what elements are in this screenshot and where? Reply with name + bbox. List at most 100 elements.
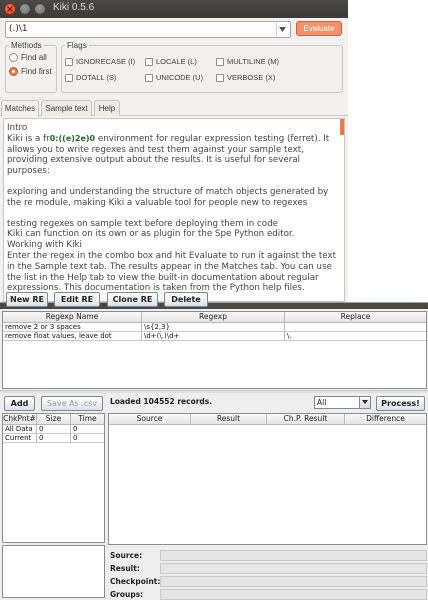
filter-dropdown-button[interactable] <box>359 397 370 408</box>
radio-find-first[interactable] <box>9 67 18 77</box>
checkbox-unicode[interactable] <box>145 74 153 83</box>
result-field[interactable] <box>160 563 427 574</box>
flag-locale[interactable]: LOCALE (L) <box>145 57 197 68</box>
output-line1-pre: Kiki is a fr <box>7 133 50 144</box>
header-regexp[interactable]: Regexp <box>142 312 285 323</box>
checkbox-multiline[interactable] <box>216 58 224 67</box>
flags-group: Flags IGNORECASE (I) LOCALE (L) MULTILIN… <box>61 41 343 93</box>
output-para-6: Enter the regex in the combo box and hit… <box>7 250 336 283</box>
output-para-2: exploring and understanding the structur… <box>7 186 329 208</box>
header-result[interactable]: Result <box>191 414 267 425</box>
output-para-1: Kiki is a fr0:((e)2e)0 environment for r… <box>7 134 337 177</box>
output-heading: Intro <box>7 123 28 133</box>
evaluate-button[interactable]: Evaluate <box>296 21 342 36</box>
window-minimize-button[interactable] <box>19 3 31 15</box>
loaded-records-status: Loaded 104552 records. <box>110 397 213 406</box>
find-all-label: Find all <box>21 53 47 62</box>
tab-matches[interactable]: Matches <box>1 100 39 117</box>
source-label: Source: <box>110 551 143 560</box>
checkpoint-row-2-time[interactable]: 0 <box>71 434 104 443</box>
kiki-tab-bar: Matches Sample text Help <box>0 100 348 117</box>
delete-re-button[interactable]: Delete <box>164 292 208 307</box>
window-title: Kiki 0.5.6 <box>53 2 95 13</box>
radio-find-all[interactable] <box>9 53 18 63</box>
flag-verbose[interactable]: VERBOSE (X) <box>216 73 275 84</box>
flags-title: Flags <box>65 41 89 50</box>
checkpoint-row-1-size[interactable]: 0 <box>37 425 71 434</box>
flag-ignorecase-label: IGNORECASE (I) <box>76 57 136 66</box>
method-find-all[interactable]: Find all <box>9 53 47 64</box>
window-maximize-button[interactable] <box>34 3 46 15</box>
flag-dotall-label: DOTALL (S) <box>76 73 117 82</box>
result-label: Result: <box>110 564 140 573</box>
chevron-down-icon <box>362 400 368 404</box>
header-chp-result[interactable]: Ch.P. Result <box>267 414 345 425</box>
header-difference[interactable]: Difference <box>345 414 426 425</box>
table-row-1-replace[interactable] <box>285 323 426 332</box>
table-row-2-name[interactable]: remove float values, leave dot <box>3 332 142 341</box>
close-icon <box>7 6 13 12</box>
methods-title: Methods <box>9 41 44 50</box>
header-time[interactable]: Time <box>71 414 104 425</box>
window-close-button[interactable] <box>4 3 16 15</box>
chevron-down-icon <box>279 27 286 32</box>
flag-dotall[interactable]: DOTALL (S) <box>65 73 116 84</box>
split-divider[interactable] <box>0 390 428 393</box>
find-first-label: Find first <box>21 67 52 76</box>
kiki-window: Kiki 0.5.6 (.)\1 Evaluate Methods Find a… <box>0 0 348 302</box>
regex-input-value: (.)\1 <box>9 24 28 34</box>
method-find-first[interactable]: Find first <box>9 67 52 78</box>
flag-locale-label: LOCALE (L) <box>156 57 197 66</box>
flag-unicode-label: UNICODE (U) <box>156 73 204 82</box>
flag-unicode[interactable]: UNICODE (U) <box>145 73 203 84</box>
table-row-2-regexp[interactable]: \d+(\.)\d+ <box>142 332 285 341</box>
edit-re-button[interactable]: Edit RE <box>54 292 100 307</box>
flag-multiline[interactable]: MULTILINE (M) <box>216 57 279 68</box>
filter-select-value: All <box>317 398 327 407</box>
output-para-4: Kiki can function on its own or as plugi… <box>7 229 295 240</box>
checkpoint-table[interactable]: ChkPnt# Size Time All Data 0 0 Current 0… <box>2 413 105 543</box>
add-checkpoint-button[interactable]: Add <box>4 396 35 411</box>
header-regexp-name[interactable]: Regexp Name <box>3 312 142 323</box>
regex-table[interactable]: Regexp Name Regexp Replace remove 2 or 3… <box>2 311 427 389</box>
checkbox-dotall[interactable] <box>65 74 73 83</box>
checkpoint-field[interactable] <box>160 576 427 587</box>
checkbox-locale[interactable] <box>145 58 153 67</box>
header-replace[interactable]: Replace <box>285 312 426 323</box>
tab-sample-text[interactable]: Sample text <box>41 100 92 116</box>
header-source[interactable]: Source <box>109 414 191 425</box>
checkpoint-row-1-name[interactable]: All Data <box>3 425 37 434</box>
checkpoint-row-2-name[interactable]: Current <box>3 434 37 443</box>
groups-label: Groups: <box>110 590 144 599</box>
table-row-1-regexp[interactable]: \s{2,3} <box>142 323 285 332</box>
process-button[interactable]: Process! <box>376 396 425 411</box>
checkbox-verbose[interactable] <box>216 74 224 83</box>
new-re-button[interactable]: New RE <box>6 292 48 307</box>
flag-ignorecase[interactable]: IGNORECASE (I) <box>65 57 135 68</box>
output-para-5: Working with Kiki <box>7 240 82 251</box>
match-highlight: 0:((e)2e)0 <box>49 133 96 143</box>
results-table[interactable]: Source Result Ch.P. Result Difference <box>108 413 427 545</box>
source-field[interactable] <box>160 550 427 561</box>
flag-multiline-label: MULTILINE (M) <box>227 57 279 66</box>
header-chkpnt[interactable]: ChkPnt# <box>3 414 37 425</box>
table-row-2-replace[interactable]: \. <box>285 332 426 341</box>
combo-dropdown-button[interactable] <box>276 23 288 36</box>
header-size[interactable]: Size <box>37 414 71 425</box>
checkbox-ignorecase[interactable] <box>65 58 73 67</box>
output-para-3: testing regexes on sample text before de… <box>7 218 278 229</box>
checkpoint-row-1-time[interactable]: 0 <box>71 425 104 434</box>
output-text: Intro Kiki is a fr0:((e)2e)0 environment… <box>7 123 337 294</box>
output-scrollbar[interactable] <box>340 119 344 135</box>
table-row-1-name[interactable]: remove 2 or 3 spaces <box>3 323 142 332</box>
groups-field[interactable] <box>160 589 427 600</box>
filter-select[interactable]: All <box>314 396 371 409</box>
checkpoint-row-2-size[interactable]: 0 <box>37 434 71 443</box>
matches-output-panel[interactable]: Intro Kiki is a fr0:((e)2e)0 environment… <box>3 118 345 302</box>
methods-group: Methods Find all Find first <box>5 41 57 93</box>
regex-combo-input[interactable]: (.)\1 <box>5 21 291 38</box>
tab-help[interactable]: Help <box>94 100 120 116</box>
clone-re-button[interactable]: Clone RE <box>107 292 158 307</box>
flag-verbose-label: VERBOSE (X) <box>227 73 276 82</box>
save-csv-button[interactable]: Save As .csv <box>41 396 103 411</box>
